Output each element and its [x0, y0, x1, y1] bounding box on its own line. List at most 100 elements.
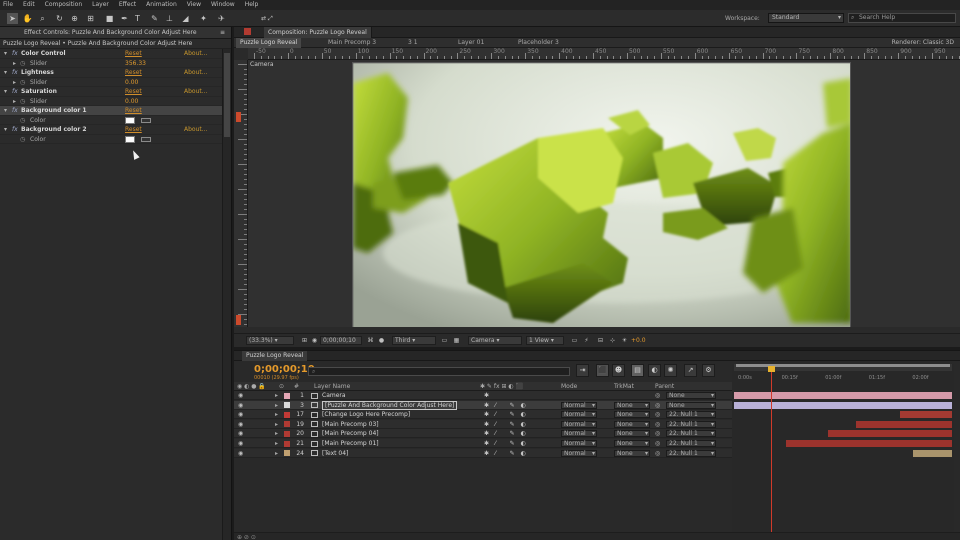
about-link[interactable]: About...: [184, 87, 207, 97]
camera-snapshot-icon[interactable]: ⌘: [366, 336, 375, 345]
graph-editor-icon[interactable]: ↗: [684, 364, 697, 377]
layer-duration-bar[interactable]: [786, 440, 952, 447]
fx-toggle-icon[interactable]: fx: [12, 68, 18, 78]
label-color-swatch[interactable]: [284, 402, 290, 409]
breadcrumb-item[interactable]: 3 1: [404, 38, 422, 48]
menu-edit[interactable]: Edit: [23, 0, 35, 10]
parent-header[interactable]: Parent: [655, 382, 674, 391]
expand-triangle-icon[interactable]: ▾: [4, 125, 7, 135]
label-color-swatch[interactable]: [284, 421, 290, 428]
current-timecode[interactable]: 0;00;00;10: [254, 364, 315, 375]
eye-icon[interactable]: ◉: [238, 410, 243, 419]
shy-layers-icon[interactable]: ☻: [612, 364, 625, 377]
label-color-swatch[interactable]: [284, 411, 290, 418]
pick-whip-icon[interactable]: ◎: [655, 449, 660, 458]
eye-icon[interactable]: ◉: [238, 449, 243, 458]
draft-3d-icon[interactable]: ⬛: [596, 364, 609, 377]
resolution-select[interactable]: Third ▾: [392, 336, 436, 345]
track-matte-select[interactable]: None ▾: [614, 449, 650, 457]
pick-whip-icon[interactable]: ◎: [655, 420, 660, 429]
effect-parameter-row[interactable]: ▸ ◷ Slider 0.00: [0, 78, 231, 88]
color-swatch[interactable]: [125, 117, 135, 124]
selection-tool-icon[interactable]: ➤: [7, 13, 18, 24]
puppet-pin-tool-icon[interactable]: ✈: [216, 13, 227, 24]
expand-triangle-icon[interactable]: ▾: [4, 106, 7, 116]
search-help-field[interactable]: ⌕ Search Help: [848, 13, 956, 23]
eyedropper-icon[interactable]: [141, 136, 151, 142]
menu-window[interactable]: Window: [211, 0, 235, 10]
fast-preview-icon[interactable]: ⚡: [582, 336, 591, 345]
pick-whip-icon[interactable]: ◎: [655, 439, 660, 448]
reset-link[interactable]: Reset: [125, 68, 142, 78]
expand-triangle-icon[interactable]: ▸: [13, 78, 16, 88]
about-link[interactable]: About...: [184, 68, 207, 78]
stopwatch-icon[interactable]: ◷: [20, 97, 25, 107]
work-area-bar[interactable]: [734, 364, 952, 371]
breadcrumb-item[interactable]: Placeholder 3: [514, 38, 563, 48]
effect-parameter-row[interactable]: ▸ ◷ Slider 356.33: [0, 59, 231, 68]
magnification-select[interactable]: (33.3%) ▾: [246, 336, 294, 345]
lock-icon[interactable]: [244, 28, 251, 35]
current-time-display[interactable]: 0;00;00;10: [320, 336, 362, 345]
layer-row[interactable]: ◉ ▸ 17 [Change Logo Here Precomp] ✱ ⁄ ✎ ◐ Nor…: [234, 410, 732, 420]
color-swatch[interactable]: [125, 136, 135, 143]
effect-parameter-row[interactable]: ▸ ◷ Slider 0.00: [0, 97, 231, 107]
reset-link[interactable]: Reset: [125, 49, 142, 59]
track-matte-select[interactable]: None ▾: [614, 401, 650, 409]
fx-toggle-icon[interactable]: fx: [12, 49, 18, 59]
layer-row[interactable]: ◉ ▸ 24 [Text 04] ✱ ⁄ ✎ ◐ Normal ▾ None ▾ ◎ 22. Nul…: [234, 448, 732, 458]
source-name-header[interactable]: Layer Name: [314, 382, 350, 391]
layer-duration-bar[interactable]: [734, 392, 952, 399]
layer-switches-icon[interactable]: ✱: [484, 391, 491, 400]
expand-triangle-icon[interactable]: ▸: [275, 391, 278, 400]
layer-switches-icon[interactable]: ✱ ⁄ ✎ ◐: [484, 429, 528, 438]
hand-tool-icon[interactable]: ✋: [22, 13, 33, 24]
menu-effect[interactable]: Effect: [119, 0, 136, 10]
frame-blending-icon[interactable]: ▤: [631, 364, 644, 377]
current-time-indicator-handle[interactable]: [768, 366, 776, 372]
track-matte-select[interactable]: None ▾: [614, 420, 650, 428]
brush-tool-icon[interactable]: ✎: [149, 13, 160, 24]
layer-row[interactable]: ◉ ▸ 19 [Main Precomp 03] ✱ ⁄ ✎ ◐ Normal ▾ None ▾…: [234, 419, 732, 429]
reset-link[interactable]: Reset: [125, 87, 142, 97]
layer-switches-icon[interactable]: ✱ ⁄ ✎ ◐: [484, 410, 528, 419]
layer-row[interactable]: ◉ ▸ 20 [Main Precomp 04] ✱ ⁄ ✎ ◐ Normal ▾ None ▾…: [234, 429, 732, 439]
pen-tool-icon[interactable]: ✒: [119, 13, 130, 24]
stopwatch-icon[interactable]: ◷: [20, 78, 25, 88]
parameter-value[interactable]: 0.00: [125, 78, 138, 88]
layer-duration-bar[interactable]: [734, 401, 952, 409]
effects-scrollbar-thumb[interactable]: [224, 53, 230, 137]
blend-mode-select[interactable]: Normal ▾: [561, 420, 597, 428]
snapshot-icon[interactable]: ◉: [310, 336, 319, 345]
parent-select[interactable]: 22. Null 1 ▾: [666, 411, 716, 419]
roto-brush-tool-icon[interactable]: ✦: [198, 13, 209, 24]
layer-name[interactable]: [Puzzle And Background Color Adjust Here…: [322, 401, 458, 411]
menu-composition[interactable]: Composition: [45, 0, 82, 10]
region-of-interest-icon[interactable]: ▭: [440, 336, 449, 345]
parent-select[interactable]: 22. Null 1 ▾: [666, 440, 716, 447]
layer-switches-icon[interactable]: ✱ ⁄ ✎ ◐: [484, 439, 528, 448]
parent-select[interactable]: 22. Null 1 ▾: [666, 449, 716, 457]
pan-behind-tool-icon[interactable]: ⊞: [85, 13, 96, 24]
layer-row[interactable]: ◉ ▸ 1 Camera ✱ ◎ None ▾: [234, 391, 732, 400]
trkmat-header[interactable]: TrkMat: [614, 382, 634, 391]
label-color-swatch[interactable]: [284, 440, 290, 447]
menu-help[interactable]: Help: [245, 0, 259, 10]
rectangle-mask-tool-icon[interactable]: ■: [104, 13, 115, 24]
eye-icon[interactable]: ◉: [238, 401, 243, 410]
effect-row[interactable]: ▾ fx Lightness Reset About...: [0, 68, 231, 78]
blend-mode-select[interactable]: Normal ▾: [561, 449, 597, 457]
eyedropper-icon[interactable]: [141, 117, 151, 123]
camera-orbit-tool-icon[interactable]: ⊕: [69, 13, 80, 24]
expand-triangle-icon[interactable]: ▾: [4, 87, 7, 97]
stopwatch-icon[interactable]: ◷: [20, 116, 25, 126]
timeline-track-area[interactable]: 0:00s 00:15f 01:00f 01:15f 02:00f: [732, 364, 954, 540]
layer-duration-bar[interactable]: [912, 449, 952, 457]
expand-triangle-icon[interactable]: ▸: [275, 401, 278, 410]
layer-row[interactable]: ◉ ▸ 3 [Puzzle And Background Color Adjust H…: [234, 400, 732, 411]
layer-name[interactable]: [Main Precomp 01]: [322, 439, 379, 448]
composition-frame[interactable]: [352, 62, 851, 327]
layer-search-field[interactable]: ⌕: [308, 367, 570, 376]
menu-animation[interactable]: Animation: [146, 0, 177, 10]
eye-icon[interactable]: ◉: [238, 391, 243, 400]
